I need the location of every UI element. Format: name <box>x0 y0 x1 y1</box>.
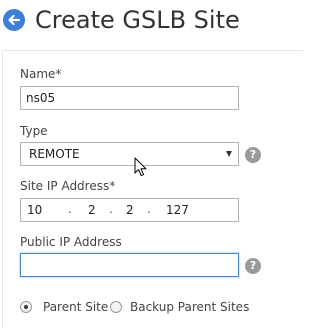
site-ip-label: Site IP Address* <box>20 179 116 193</box>
back-arrow-icon <box>8 14 21 26</box>
backup-parent-sites-radio[interactable] <box>110 301 122 313</box>
type-label: Type <box>20 124 48 138</box>
backup-parent-sites-label[interactable]: Backup Parent Sites <box>130 300 249 314</box>
public-ip-label: Public IP Address <box>20 235 122 249</box>
ip-octet-4[interactable]: 127 <box>166 199 189 221</box>
ip-dot-separator: . <box>147 202 151 216</box>
site-ip-input[interactable]: 10 . 2 . 2 . 127 <box>20 198 239 222</box>
help-icon[interactable]: ? <box>245 147 261 163</box>
ip-octet-2[interactable]: 2 <box>88 199 96 221</box>
parent-site-radio[interactable] <box>20 301 32 313</box>
parent-site-label[interactable]: Parent Site <box>43 300 108 314</box>
name-input[interactable]: ns05 <box>20 86 239 110</box>
ip-dot-separator: . <box>109 202 113 216</box>
ip-octet-3[interactable]: 2 <box>126 199 134 221</box>
page-header: Create GSLB Site <box>0 0 302 44</box>
type-select-value: REMOTE <box>29 147 80 161</box>
ip-dot-separator: . <box>68 202 72 216</box>
public-ip-input[interactable] <box>20 253 239 277</box>
ip-octet-1[interactable]: 10 <box>27 199 42 221</box>
page-title: Create GSLB Site <box>35 6 240 34</box>
name-label: Name* <box>20 67 62 81</box>
name-input-value: ns05 <box>26 91 56 105</box>
type-select[interactable]: REMOTE <box>20 142 239 166</box>
mouse-pointer-icon <box>134 157 147 177</box>
chevron-down-icon <box>226 151 232 157</box>
back-button[interactable] <box>3 9 25 31</box>
help-icon[interactable]: ? <box>245 258 261 274</box>
